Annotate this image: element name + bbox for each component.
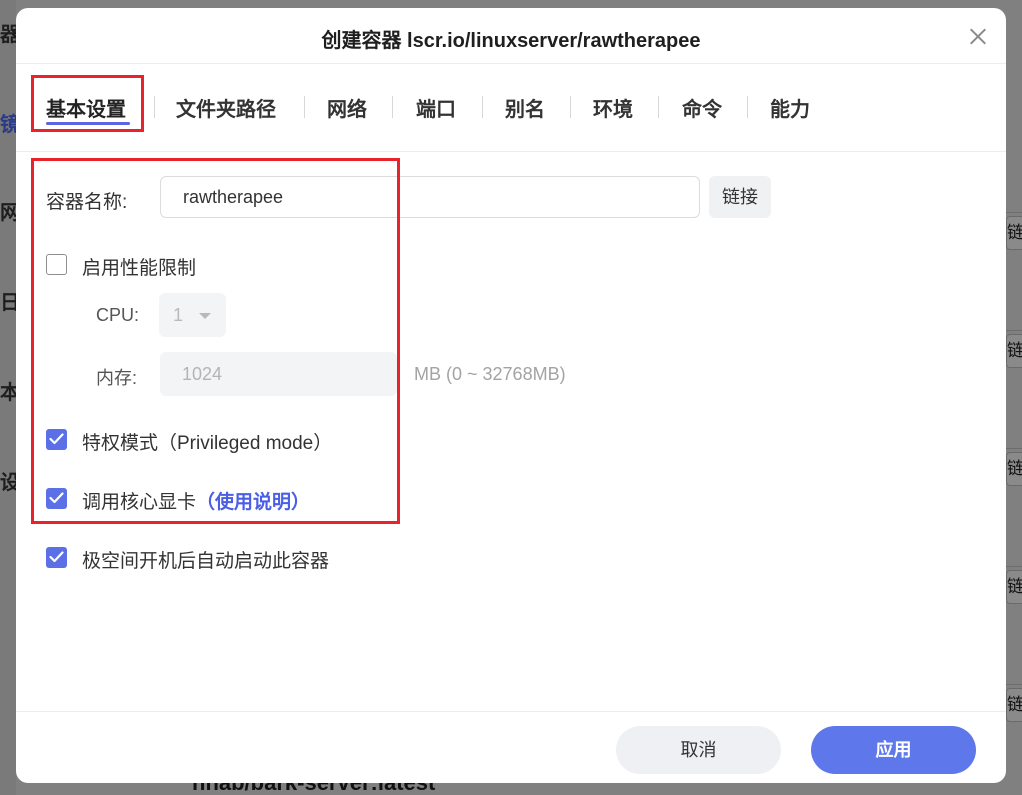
tab-environment[interactable]: 环境 [593, 93, 633, 122]
tab-separator [658, 96, 659, 118]
create-container-dialog: 创建容器 lscr.io/linuxserver/rawtherapee 基本设… [16, 8, 1006, 783]
background-link-button: 链接 [1006, 570, 1022, 604]
autostart-checkbox[interactable] [46, 547, 67, 568]
tab-alias[interactable]: 别名 [505, 93, 545, 122]
background-link-button: 链接 [1006, 688, 1022, 722]
tab-separator [154, 96, 155, 118]
tab-ports[interactable]: 端口 [416, 93, 456, 122]
background-divider [1006, 566, 1022, 567]
tab-separator [392, 96, 393, 118]
link-button[interactable]: 链接 [709, 176, 771, 218]
tab-command[interactable]: 命令 [682, 93, 722, 122]
dialog-header: 创建容器 lscr.io/linuxserver/rawtherapee [16, 8, 1006, 64]
close-icon[interactable] [968, 26, 988, 46]
tab-separator [304, 96, 305, 118]
background-divider [1006, 684, 1022, 685]
background-link-button: 链接 [1006, 452, 1022, 486]
background-divider [1006, 448, 1022, 449]
tab-highlight-box [31, 75, 144, 132]
tab-separator [570, 96, 571, 118]
dialog-title: 创建容器 lscr.io/linuxserver/rawtherapee [321, 30, 701, 52]
tab-folder-paths[interactable]: 文件夹路径 [176, 93, 276, 122]
tab-separator [482, 96, 483, 118]
dialog-footer: 取消 应用 [16, 711, 1006, 783]
background-divider [1006, 330, 1022, 331]
tab-capabilities[interactable]: 能力 [770, 93, 810, 122]
tab-bar: 基本设置 文件夹路径 网络 端口 别名 环境 命令 能力 [16, 64, 1006, 152]
background-divider [1006, 212, 1022, 213]
settings-highlight-box [31, 158, 400, 524]
tab-network[interactable]: 网络 [327, 93, 367, 122]
autostart-label: 极空间开机后自动启动此容器 [82, 551, 330, 572]
background-link-button: 链接 [1006, 216, 1022, 250]
check-icon [49, 551, 64, 563]
memory-hint: MB (0 ~ 32768MB) [414, 364, 566, 384]
tab-separator [747, 96, 748, 118]
apply-button[interactable]: 应用 [811, 726, 976, 774]
cancel-button[interactable]: 取消 [616, 726, 781, 774]
background-link-button: 链接 [1006, 334, 1022, 368]
